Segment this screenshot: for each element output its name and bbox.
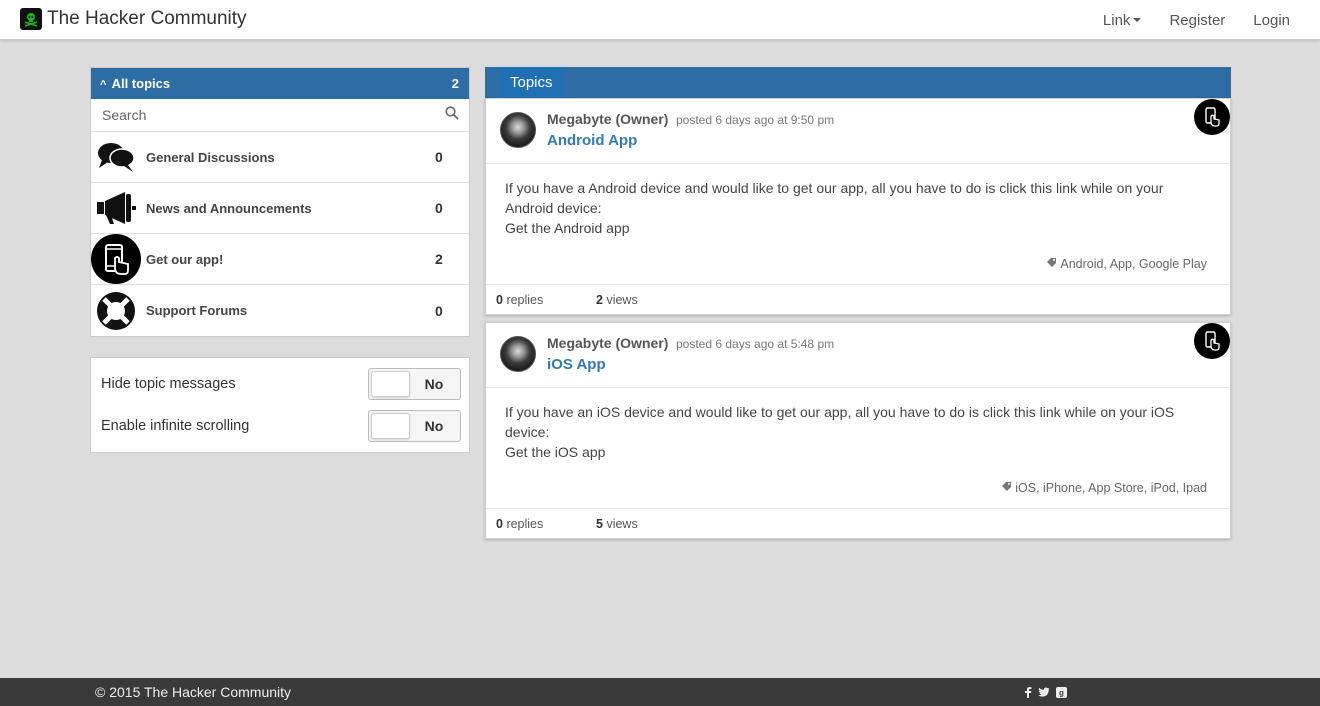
top-navbar: The Hacker Community Link Register Login <box>0 0 1320 40</box>
category-row-general-discussions[interactable]: General Discussions 0 <box>91 132 469 183</box>
tags-text[interactable]: iOS, iPhone, App Store, iPod, Ipad <box>1015 478 1207 498</box>
category-row-get-our-app[interactable]: Get our app! 2 <box>91 234 469 285</box>
tag-icon <box>1001 478 1012 498</box>
replies-label: replies <box>506 292 544 307</box>
all-topics-header[interactable]: ^ All topics 2 <box>91 68 469 99</box>
topic-text-line: If you have an iOS device and would like… <box>505 404 1175 420</box>
topic-text-line: Android device: <box>505 200 602 216</box>
category-name: News and Announcements <box>146 200 312 216</box>
caret-down-icon <box>1133 18 1142 22</box>
replies-stat: 0 replies <box>496 293 543 307</box>
topic-card-android-app: Megabyte (Owner) posted 6 days ago at 9:… <box>485 98 1231 315</box>
topics-header: Topics <box>485 67 1231 98</box>
option-infinite-scrolling: Enable infinite scrolling No <box>101 410 461 442</box>
topic-stats: 0 replies 5 views <box>486 508 1230 538</box>
phone-touch-icon[interactable] <box>1194 323 1230 359</box>
views-label: views <box>606 292 638 307</box>
topic-tags: iOS, iPhone, App Store, iPod, Ipad <box>1001 478 1207 498</box>
avatar[interactable] <box>500 112 536 148</box>
topic-text-line: device: <box>505 424 550 440</box>
category-row-news-and-announcements[interactable]: News and Announcements 0 <box>91 183 469 234</box>
megaphone-icon <box>91 183 141 233</box>
hide-topic-messages-toggle[interactable]: No <box>368 368 461 400</box>
category-count: 0 <box>435 200 443 216</box>
replies-label: replies <box>506 516 544 531</box>
tab-topics[interactable]: Topics <box>499 67 564 98</box>
replies-count: 0 <box>496 292 503 307</box>
views-stat: 5 views <box>596 517 638 531</box>
tags-text[interactable]: Android, App, Google Play <box>1060 254 1207 274</box>
topic-tags: Android, App, Google Play <box>1046 254 1207 274</box>
infinite-scrolling-label: Enable infinite scrolling <box>101 418 250 434</box>
views-count: 2 <box>596 292 603 307</box>
phone-touch-icon[interactable] <box>1194 99 1230 135</box>
lifebuoy-icon <box>91 286 141 336</box>
search-icon[interactable] <box>445 105 459 125</box>
topic-title-link[interactable]: Android App <box>547 132 637 149</box>
brand[interactable]: The Hacker Community <box>20 8 247 30</box>
get-app-link[interactable]: Get the Android app <box>505 218 1211 238</box>
tag-icon <box>1046 254 1057 274</box>
topic-card-ios-app: Megabyte (Owner) posted 6 days ago at 5:… <box>485 322 1231 539</box>
toggle-knob <box>371 371 410 397</box>
hide-topic-messages-label: Hide topic messages <box>101 376 236 392</box>
search-placeholder: Search <box>102 107 147 123</box>
topic-body: If you have an iOS device and would like… <box>486 388 1230 508</box>
svg-text:g: g <box>1059 689 1064 698</box>
social-links: g <box>1024 685 1067 703</box>
category-name: Support Forums <box>146 303 248 318</box>
topic-stats: 0 replies 2 views <box>486 284 1230 314</box>
all-topics-label: All topics <box>111 76 171 91</box>
category-count: 0 <box>435 302 443 319</box>
views-count: 5 <box>596 516 603 531</box>
copyright-text: © 2015 The Hacker Community <box>95 684 292 700</box>
all-topics-count: 2 <box>451 76 459 91</box>
phone-touch-icon <box>91 234 141 284</box>
avatar[interactable] <box>500 336 536 372</box>
register-link[interactable]: Register <box>1169 12 1225 29</box>
topic-text-line: If you have a Android device and would l… <box>505 180 1164 196</box>
categories-panel: ^ All topics 2 Search General Discussion… <box>90 67 470 337</box>
twitter-icon[interactable] <box>1038 685 1050 703</box>
toggle-knob <box>371 413 410 439</box>
nav-links: Link Register Login <box>1075 0 1290 40</box>
toggle-value: No <box>424 418 444 434</box>
views-label: views <box>606 516 638 531</box>
link-dropdown[interactable]: Link <box>1103 12 1142 29</box>
posted-time: posted 6 days ago at 9:50 pm <box>676 113 835 127</box>
speech-bubbles-icon <box>91 132 141 182</box>
option-hide-topic-messages: Hide topic messages No <box>101 368 461 400</box>
author-name[interactable]: Megabyte (Owner) <box>547 111 668 127</box>
category-count: 2 <box>435 251 443 267</box>
topic-body: If you have a Android device and would l… <box>486 164 1230 284</box>
category-name: General Discussions <box>146 149 275 165</box>
get-app-link[interactable]: Get the iOS app <box>505 442 1211 462</box>
skull-logo-icon <box>20 8 42 30</box>
chevron-up-icon: ^ <box>100 79 107 91</box>
toggle-value: No <box>424 376 444 392</box>
infinite-scrolling-toggle[interactable]: No <box>368 410 461 442</box>
posted-time: posted 6 days ago at 5:48 pm <box>676 337 835 351</box>
views-stat: 2 views <box>596 293 638 307</box>
author-name[interactable]: Megabyte (Owner) <box>547 335 668 351</box>
search-input[interactable]: Search <box>91 99 469 132</box>
replies-stat: 0 replies <box>496 517 543 531</box>
category-count: 0 <box>435 149 443 165</box>
topic-header: Megabyte (Owner) posted 6 days ago at 9:… <box>486 99 1230 164</box>
options-panel: Hide topic messages No Enable infinite s… <box>90 357 470 453</box>
login-link[interactable]: Login <box>1253 12 1290 29</box>
facebook-icon[interactable] <box>1024 685 1032 703</box>
link-dropdown-label: Link <box>1102 11 1131 29</box>
category-row-support-forums[interactable]: Support Forums 0 <box>91 285 469 336</box>
page-footer: © 2015 The Hacker Community g <box>0 678 1320 706</box>
topic-title-link[interactable]: iOS App <box>547 356 606 373</box>
replies-count: 0 <box>496 516 503 531</box>
category-name: Get our app! <box>146 251 224 267</box>
topic-header: Megabyte (Owner) posted 6 days ago at 5:… <box>486 323 1230 388</box>
google-plus-icon[interactable]: g <box>1056 685 1067 703</box>
brand-name: The Hacker Community <box>47 8 247 29</box>
